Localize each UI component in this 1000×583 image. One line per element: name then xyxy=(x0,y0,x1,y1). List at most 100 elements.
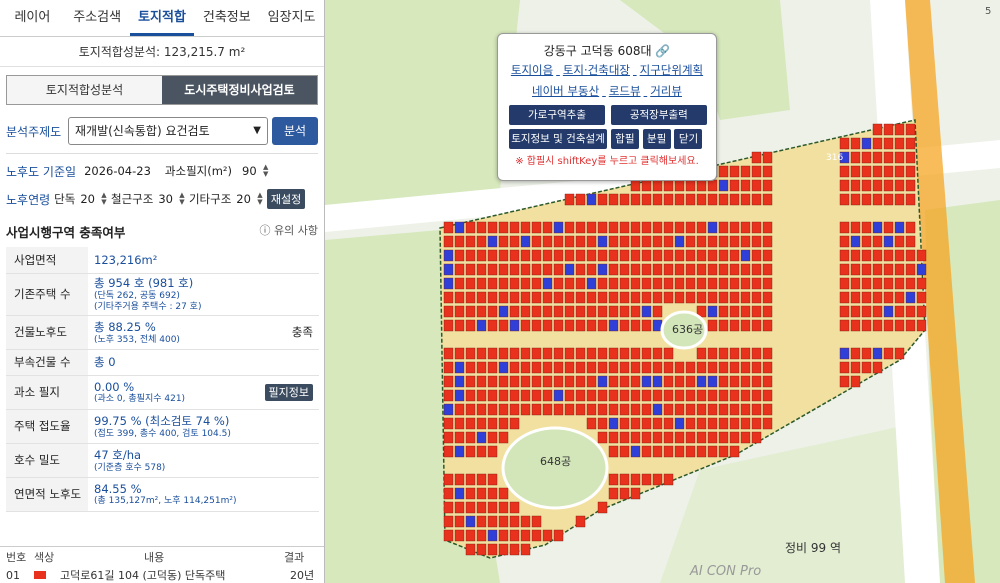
parcel[interactable] xyxy=(641,375,652,388)
parcel[interactable] xyxy=(498,543,509,556)
parcel[interactable] xyxy=(850,179,861,192)
parcel[interactable] xyxy=(575,263,586,276)
parcel[interactable] xyxy=(850,277,861,290)
parcel[interactable] xyxy=(619,263,630,276)
parcel[interactable] xyxy=(729,431,740,444)
parcel[interactable] xyxy=(641,361,652,374)
parcel[interactable] xyxy=(751,431,762,444)
parcel[interactable] xyxy=(872,151,883,164)
parcel[interactable] xyxy=(883,137,894,150)
parcel[interactable] xyxy=(652,179,663,192)
parcel[interactable] xyxy=(454,515,465,528)
parcel[interactable] xyxy=(542,529,553,542)
parcel[interactable] xyxy=(476,529,487,542)
parcel[interactable] xyxy=(630,277,641,290)
parcel[interactable] xyxy=(531,291,542,304)
parcel[interactable] xyxy=(663,445,674,458)
parcel[interactable] xyxy=(465,445,476,458)
parcel[interactable] xyxy=(476,431,487,444)
parcel[interactable] xyxy=(597,249,608,262)
parcel[interactable] xyxy=(454,389,465,402)
parcel[interactable] xyxy=(586,221,597,234)
parcel[interactable] xyxy=(839,277,850,290)
parcel[interactable] xyxy=(465,389,476,402)
parcel[interactable] xyxy=(872,179,883,192)
parcel[interactable] xyxy=(762,235,773,248)
parcel[interactable] xyxy=(597,277,608,290)
parcel[interactable] xyxy=(443,375,454,388)
parcel[interactable] xyxy=(663,277,674,290)
parcel[interactable] xyxy=(608,347,619,360)
parcel[interactable] xyxy=(685,193,696,206)
parcel[interactable] xyxy=(883,235,894,248)
parcel[interactable] xyxy=(883,193,894,206)
parcel[interactable] xyxy=(729,361,740,374)
parcel[interactable] xyxy=(751,361,762,374)
parcel[interactable] xyxy=(883,123,894,136)
parcel[interactable] xyxy=(751,389,762,402)
parcel[interactable] xyxy=(905,151,916,164)
parcel[interactable] xyxy=(707,445,718,458)
parcel[interactable] xyxy=(509,235,520,248)
parcel[interactable] xyxy=(663,473,674,486)
parcel[interactable] xyxy=(894,347,905,360)
parcel[interactable] xyxy=(762,375,773,388)
parcel[interactable] xyxy=(707,291,718,304)
parcel[interactable] xyxy=(509,263,520,276)
parcel[interactable] xyxy=(883,319,894,332)
parcel[interactable] xyxy=(608,473,619,486)
parcel[interactable] xyxy=(718,193,729,206)
parcel[interactable] xyxy=(465,529,476,542)
parcel[interactable] xyxy=(740,165,751,178)
parcel[interactable] xyxy=(608,375,619,388)
parcel[interactable] xyxy=(718,347,729,360)
rc-value[interactable]: 30 xyxy=(158,192,173,206)
parcel[interactable] xyxy=(619,221,630,234)
parcel[interactable] xyxy=(630,473,641,486)
parcel[interactable] xyxy=(641,389,652,402)
parcel[interactable] xyxy=(641,431,652,444)
parcel[interactable] xyxy=(487,403,498,416)
parcel[interactable] xyxy=(905,291,916,304)
parcel[interactable] xyxy=(619,319,630,332)
parcel[interactable] xyxy=(476,389,487,402)
parcel[interactable] xyxy=(564,193,575,206)
parcel[interactable] xyxy=(443,263,454,276)
link-district-plan[interactable]: 지구단위계획 xyxy=(640,63,703,77)
parcel[interactable] xyxy=(894,137,905,150)
parcel[interactable] xyxy=(707,431,718,444)
parcel[interactable] xyxy=(718,319,729,332)
parcel[interactable] xyxy=(883,347,894,360)
parcel[interactable] xyxy=(476,445,487,458)
parcel[interactable] xyxy=(850,361,861,374)
parcel[interactable] xyxy=(487,473,498,486)
parcel[interactable] xyxy=(652,361,663,374)
parcel[interactable] xyxy=(652,263,663,276)
parcel[interactable] xyxy=(751,193,762,206)
parcel[interactable] xyxy=(685,291,696,304)
parcel[interactable] xyxy=(509,501,520,514)
parcel[interactable] xyxy=(872,249,883,262)
parcel[interactable] xyxy=(476,487,487,500)
parcel[interactable] xyxy=(619,361,630,374)
parcel[interactable] xyxy=(476,361,487,374)
parcel[interactable] xyxy=(707,375,718,388)
parcel[interactable] xyxy=(553,347,564,360)
parcel[interactable] xyxy=(751,277,762,290)
parcel[interactable] xyxy=(608,361,619,374)
parcel[interactable] xyxy=(498,501,509,514)
parcel[interactable] xyxy=(454,319,465,332)
parcel[interactable] xyxy=(839,291,850,304)
parcel[interactable] xyxy=(894,179,905,192)
parcel[interactable] xyxy=(531,277,542,290)
parcel[interactable] xyxy=(498,319,509,332)
parcel[interactable] xyxy=(641,221,652,234)
parcel[interactable] xyxy=(894,193,905,206)
parcel[interactable] xyxy=(839,165,850,178)
parcel[interactable] xyxy=(454,305,465,318)
parcel[interactable] xyxy=(465,375,476,388)
parcel[interactable] xyxy=(674,431,685,444)
parcel[interactable] xyxy=(465,249,476,262)
parcel[interactable] xyxy=(762,263,773,276)
parcel[interactable] xyxy=(487,375,498,388)
